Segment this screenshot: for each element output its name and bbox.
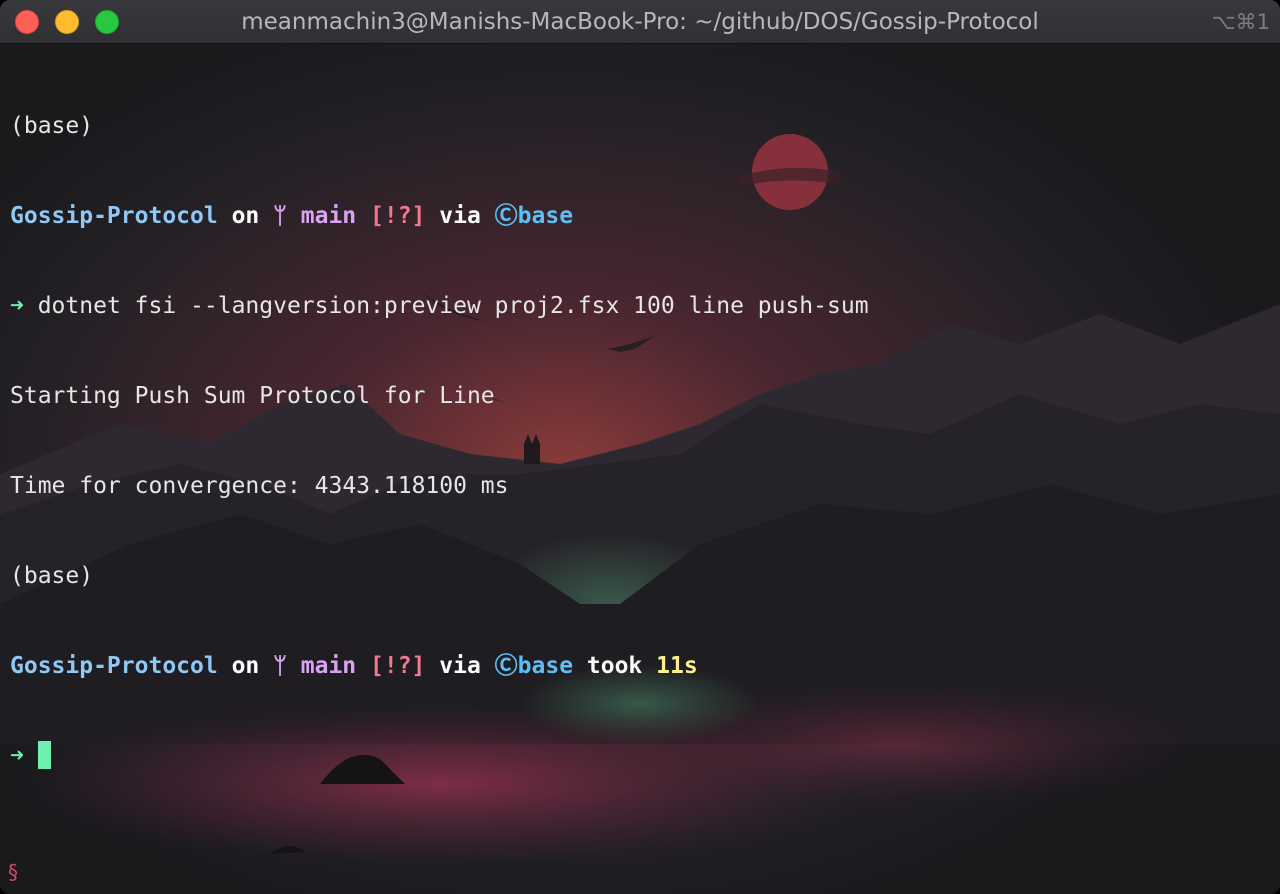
- prompt-arrow-icon: ➜: [10, 743, 24, 769]
- prompt-via-text: via: [425, 653, 495, 679]
- output-line: Time for convergence: 4343.118100 ms: [10, 471, 1270, 501]
- output-text: Starting Push Sum Protocol for Line: [10, 383, 495, 409]
- prompt-via-text: via: [425, 203, 495, 229]
- prompt-directory: Gossip-Protocol: [10, 203, 218, 229]
- git-branch-name: main: [286, 203, 371, 229]
- conda-env-text: (base): [10, 113, 94, 139]
- output-text: Time for convergence: 4343.118100 ms: [10, 473, 509, 499]
- prompt-line: Gossip-Protocol on ᛘ main [!?] via Ⓒbase…: [10, 651, 1270, 681]
- prompt-arrow-icon: ➜: [10, 293, 24, 319]
- window-shortcut: ⌥⌘1: [1211, 10, 1270, 34]
- command-line: ➜ dotnet fsi --langversion:preview proj2…: [10, 291, 1270, 321]
- terminal-output[interactable]: (base) Gossip-Protocol on ᛘ main [!?] vi…: [10, 51, 1270, 831]
- command-duration: 11s: [656, 653, 698, 679]
- git-status: [!?]: [370, 203, 426, 229]
- output-line: Starting Push Sum Protocol for Line: [10, 381, 1270, 411]
- took-text: took: [573, 653, 657, 679]
- input-line[interactable]: ➜: [10, 741, 1270, 771]
- command-text: dotnet fsi --langversion:preview proj2.f…: [23, 293, 869, 319]
- git-branch-icon: ᛘ: [273, 203, 287, 229]
- corner-badge-icon: §: [8, 860, 18, 884]
- conda-env-line: (base): [10, 111, 1270, 141]
- conda-icon: Ⓒ: [494, 653, 518, 679]
- conda-env-name: base: [517, 653, 574, 679]
- prompt-line: Gossip-Protocol on ᛘ main [!?] via Ⓒbase: [10, 201, 1270, 231]
- prompt-on-text: on: [217, 653, 274, 679]
- prompt-on-text: on: [217, 203, 274, 229]
- conda-env-text: (base): [10, 563, 94, 589]
- git-branch-name: main: [286, 653, 371, 679]
- titlebar: meanmachin3@Manishs-MacBook-Pro: ~/githu…: [0, 0, 1280, 44]
- conda-env-line: (base): [10, 561, 1270, 591]
- prompt-directory: Gossip-Protocol: [10, 653, 218, 679]
- terminal-window: meanmachin3@Manishs-MacBook-Pro: ~/githu…: [0, 0, 1280, 894]
- conda-env-name: base: [517, 203, 574, 229]
- conda-icon: Ⓒ: [494, 203, 518, 229]
- git-status: [!?]: [370, 653, 426, 679]
- window-title: meanmachin3@Manishs-MacBook-Pro: ~/githu…: [241, 9, 1039, 35]
- git-branch-icon: ᛘ: [273, 653, 287, 679]
- text-cursor: [37, 741, 51, 769]
